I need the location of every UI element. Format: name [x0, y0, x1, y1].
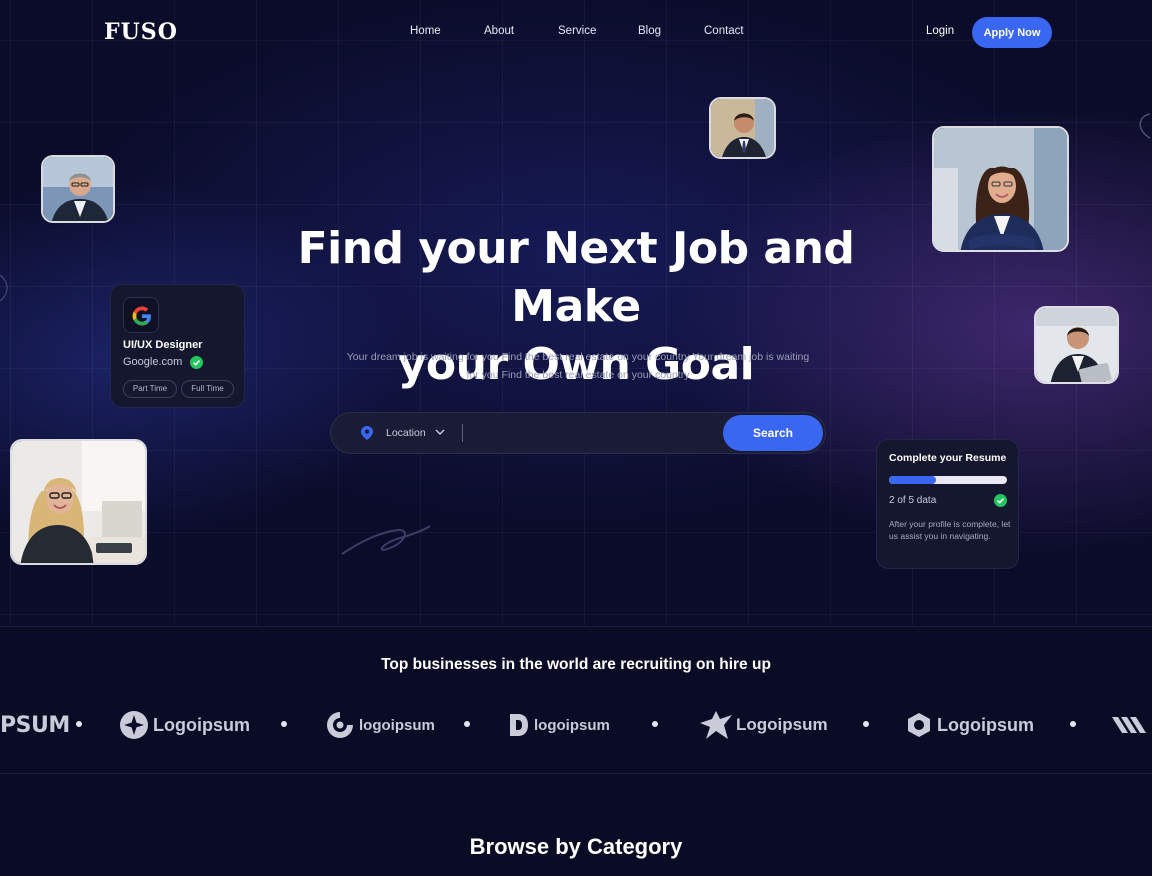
job-search-bar: Location Search	[330, 412, 826, 454]
hero-section: FUSO Home About Service Blog Contact Log…	[0, 0, 1152, 626]
partner-logo-4: logoipsum	[508, 708, 610, 742]
partner-logo-1-text: PSUM	[0, 712, 70, 738]
google-icon	[132, 306, 151, 326]
section-divider-bottom	[0, 773, 1152, 774]
brand-logo[interactable]: FUSO	[104, 19, 178, 45]
partner-logo-5: Logoipsum	[698, 708, 828, 742]
separator-dot	[652, 721, 658, 727]
decorative-scribble	[341, 525, 431, 555]
nav-link-about[interactable]: About	[484, 25, 514, 37]
google-logo	[123, 297, 159, 333]
search-button[interactable]: Search	[723, 415, 823, 451]
partner-logo-3-text: logoipsum	[359, 716, 435, 734]
decorative-swirl-left	[0, 274, 8, 302]
chevron-down-icon[interactable]	[435, 426, 445, 438]
hero-subtext: Your dream job is waiting for you Find t…	[346, 351, 810, 381]
resume-card-title: Complete your Resume	[889, 452, 1007, 464]
job-company: Google.com	[123, 356, 183, 368]
bird-logo-icon	[700, 711, 732, 739]
resume-card-note: After your profile is complete, let us a…	[889, 519, 1011, 541]
top-navigation: FUSO Home About Service Blog Contact Log…	[0, 0, 1152, 64]
stripes-logo-icon	[1112, 717, 1146, 733]
login-link[interactable]: Login	[926, 25, 954, 37]
profile-photo-woman-desk	[10, 439, 147, 565]
resume-progress-card[interactable]: Complete your Resume 2 of 5 data After y…	[876, 439, 1019, 569]
job-tag-part-time[interactable]: Part Time	[123, 380, 177, 398]
partner-logo-1: PSUM	[0, 708, 70, 742]
check-circle-icon	[994, 494, 1007, 507]
verified-check-icon	[190, 356, 203, 369]
d-logo-icon	[510, 714, 528, 736]
swirl-logo-icon	[327, 712, 353, 738]
nav-link-home[interactable]: Home	[410, 25, 441, 37]
ring-logo-icon	[908, 713, 930, 737]
star-badge-icon	[120, 711, 148, 739]
separator-dot	[1070, 721, 1076, 727]
resume-progress-fill	[889, 476, 937, 484]
search-divider	[462, 424, 463, 442]
apply-now-button[interactable]: Apply Now	[972, 17, 1052, 48]
job-tag-full-time[interactable]: Full Time	[181, 380, 234, 398]
profile-photo-man-glasses	[41, 155, 115, 223]
separator-dot	[464, 721, 470, 727]
nav-link-blog[interactable]: Blog	[638, 25, 661, 37]
partner-logo-5-text: Logoipsum	[736, 715, 828, 734]
job-title: UI/UX Designer	[123, 339, 203, 351]
profile-photo-woman-blazer	[932, 126, 1069, 252]
headline-line-1: Find your Next Job and Make	[297, 223, 855, 332]
nav-link-service[interactable]: Service	[558, 25, 596, 37]
separator-dot	[281, 721, 287, 727]
partner-logo-6-text: Logoipsum	[937, 714, 1034, 735]
separator-dot	[76, 721, 82, 727]
partner-logo-7	[1112, 708, 1152, 742]
partner-logo-6: Logoipsum	[906, 708, 1034, 742]
trusted-companies-title: Top businesses in the world are recruiti…	[381, 656, 771, 673]
profile-photo-man-suit	[709, 97, 776, 159]
browse-category-heading: Browse by Category	[469, 834, 683, 859]
nav-link-contact[interactable]: Contact	[704, 25, 744, 37]
partner-logo-3: logoipsum	[325, 708, 435, 742]
partner-logo-4-text: logoipsum	[534, 716, 610, 734]
resume-progress-bar	[889, 476, 1007, 484]
location-dropdown[interactable]: Location	[386, 427, 426, 439]
resume-progress-count: 2 of 5 data	[889, 495, 937, 506]
search-input[interactable]	[471, 421, 711, 445]
job-card[interactable]: UI/UX Designer Google.com Part Time Full…	[110, 284, 245, 408]
section-divider-top	[0, 626, 1152, 627]
location-pin-icon	[361, 426, 373, 440]
decorative-swirl-right	[1139, 113, 1151, 139]
partner-logo-2-text: Logoipsum	[153, 714, 250, 735]
profile-photo-man-laptop	[1034, 306, 1119, 384]
partner-logo-2: Logoipsum	[119, 708, 250, 742]
separator-dot	[863, 721, 869, 727]
